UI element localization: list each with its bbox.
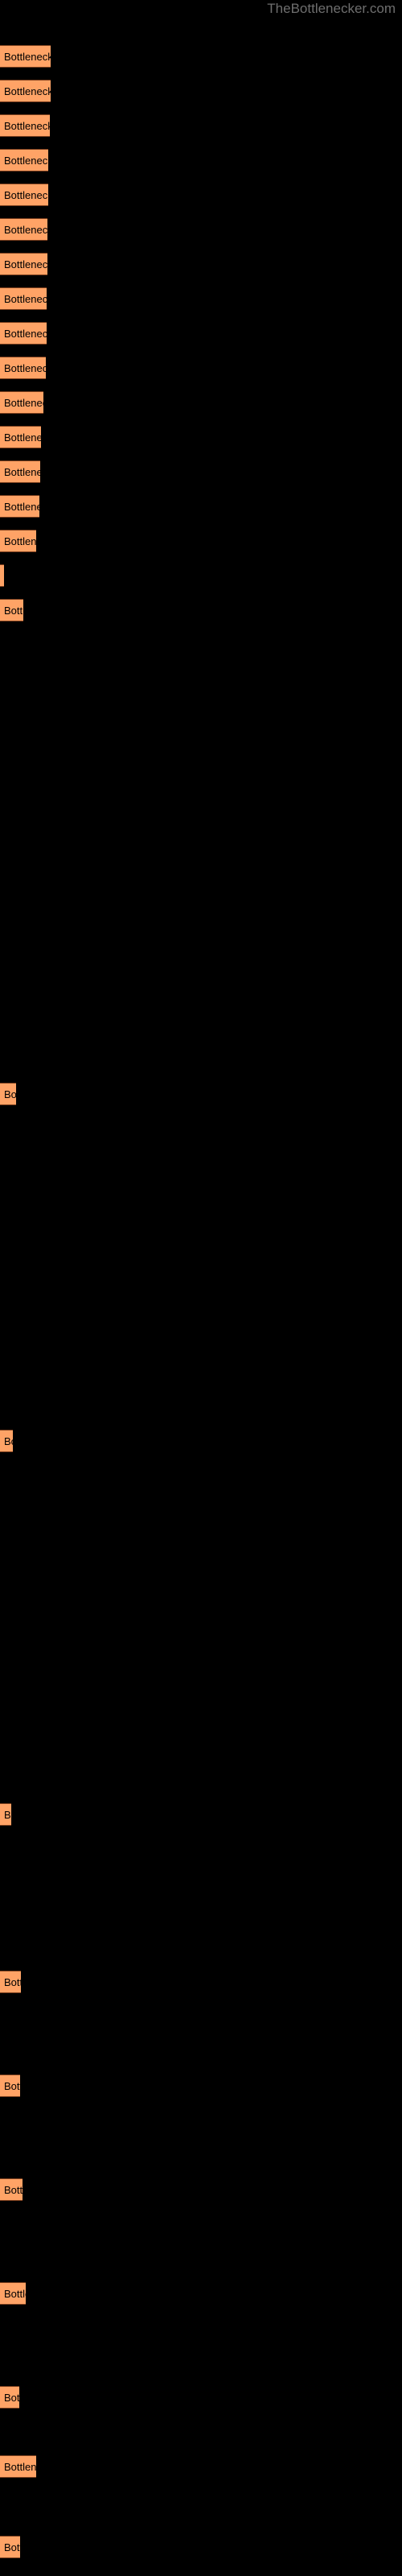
chart-bar[interactable]: Bottleneck result <box>0 564 4 587</box>
chart-bar[interactable]: Bottleneck result <box>0 2536 20 2558</box>
bar-label: Bottleneck result <box>4 2541 20 2553</box>
bar-label: Bottleneck result <box>4 397 43 409</box>
bar-label: Bottleneck result <box>4 224 47 236</box>
bar-label: Bottleneck result <box>4 1976 21 1988</box>
bar-label: Bottleneck result <box>4 1088 16 1100</box>
bar-label: Bottleneck result <box>4 51 51 63</box>
bar-label: Bottleneck result <box>4 293 47 305</box>
chart-bar[interactable]: Bottleneck result <box>0 2074 20 2097</box>
chart-bar[interactable]: Bottleneck result <box>0 1083 16 1105</box>
chart-bar[interactable]: Bottleneck result <box>0 184 48 206</box>
bar-label: Bottleneck result <box>4 501 39 513</box>
chart-bar[interactable]: Bottleneck result <box>0 287 47 310</box>
bar-label: Bottleneck result <box>4 1435 13 1447</box>
bar-label: Bottleneck result <box>4 362 46 374</box>
chart-bar[interactable]: Bottleneck result <box>0 253 47 275</box>
chart-bar[interactable]: Bottleneck result <box>0 1971 21 1993</box>
bar-label: Bottleneck result <box>4 155 48 167</box>
chart-bar[interactable]: Bottleneck result <box>0 426 41 448</box>
chart-bar[interactable]: Bottleneck result <box>0 218 47 241</box>
bar-label: Bottleneck result <box>4 2392 19 2404</box>
bar-label: Bottleneck result <box>4 2080 20 2092</box>
bar-label: Bottleneck result <box>4 2461 36 2473</box>
chart-bar[interactable]: Bottleneck result <box>0 1430 13 1452</box>
chart-bar[interactable]: Bottleneck result <box>0 2178 23 2201</box>
bar-label: Bottleneck result <box>4 258 47 270</box>
bar-chart-root: TheBottlenecker.com Bottleneck resultBot… <box>0 0 402 2576</box>
bar-label: Bottleneck result <box>4 2288 26 2300</box>
chart-bar[interactable]: Bottleneck result <box>0 599 23 621</box>
bar-label: Bottleneck result <box>4 85 51 97</box>
chart-plot-area: Bottleneck result Bottleneck result Bottle… <box>0 0 402 2576</box>
chart-bar[interactable]: Bottleneck result <box>0 149 48 171</box>
bar-label: Bottleneck result <box>4 466 40 478</box>
chart-bar[interactable]: Bottleneck result <box>0 530 36 552</box>
chart-bar[interactable]: Bottleneck result <box>0 1803 11 1826</box>
chart-bar[interactable]: Bottleneck result <box>0 80 51 102</box>
chart-bar[interactable]: Bottleneck result <box>0 2282 26 2305</box>
bar-label: Bottleneck result <box>4 431 41 444</box>
chart-bar[interactable]: Bottleneck result <box>0 2386 19 2409</box>
chart-bar[interactable]: Bottleneck result <box>0 495 39 518</box>
bar-label: Bottleneck result <box>4 605 23 617</box>
bar-label: Bottleneck result <box>4 2184 23 2196</box>
bar-label: Bottleneck result <box>4 189 48 201</box>
chart-bar[interactable]: Bottleneck result <box>0 2455 36 2478</box>
chart-bar[interactable]: Bottleneck result <box>0 45 51 68</box>
bar-label: Bottleneck result <box>4 120 50 132</box>
chart-bar[interactable]: Bottleneck result <box>0 391 43 414</box>
chart-bar[interactable]: Bottleneck result <box>0 322 47 345</box>
chart-bar[interactable]: Bottleneck result <box>0 114 50 137</box>
bar-label: Bottleneck result <box>4 1809 11 1821</box>
bar-label: Bottleneck result <box>4 535 36 547</box>
chart-bar[interactable]: Bottleneck result <box>0 460 40 483</box>
chart-bar[interactable]: Bottleneck result <box>0 357 46 379</box>
bar-label: Bottleneck result <box>4 328 47 340</box>
